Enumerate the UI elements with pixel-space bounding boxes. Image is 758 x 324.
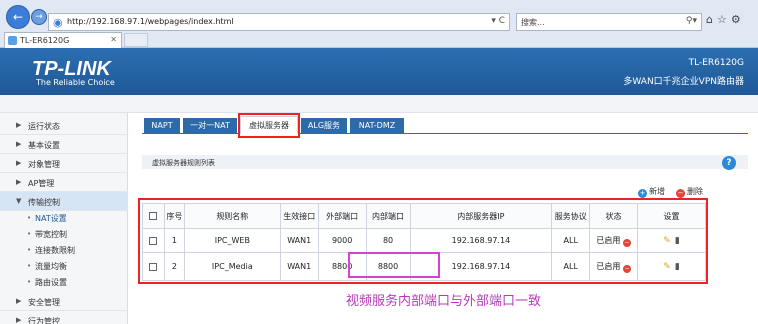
router-header xyxy=(0,48,758,95)
search-placeholder: 搜索... xyxy=(521,18,545,27)
tab-underline xyxy=(142,133,748,134)
sidebar-item-security[interactable]: ▶ 安全管理 xyxy=(0,292,128,311)
highlight-ports-box xyxy=(348,252,440,278)
url-text: http://192.168.97.1/webpages/index.html xyxy=(67,17,234,26)
gear-icon[interactable]: ⚙ xyxy=(731,13,745,26)
chevron-down-icon: ▼ xyxy=(16,197,22,205)
chevron-right-icon: ▶ xyxy=(16,140,22,148)
sidebar-item-ap[interactable]: ▶ AP管理 xyxy=(0,173,128,192)
tab-alg[interactable]: ALG服务 xyxy=(301,118,347,133)
sidebar-item-basic[interactable]: ▶ 基本设置 xyxy=(0,135,128,154)
refresh-icon[interactable]: ▾ C xyxy=(491,16,505,26)
minus-icon: − xyxy=(676,189,685,198)
panel-title-bar: 虚拟服务器规则列表 xyxy=(142,155,748,169)
annotation-note: 视频服务内部端口与外部端口一致 xyxy=(346,294,542,309)
sidebar-item-behavior[interactable]: ▶ 行为管控 xyxy=(0,311,128,324)
sidebar-sub-bandwidth[interactable]: • 带宽控制 xyxy=(0,226,128,241)
add-button[interactable]: + 新增 xyxy=(638,186,665,198)
chevron-right-icon: ▶ xyxy=(16,297,22,305)
sidebar-item-status[interactable]: ▶ 运行状态 xyxy=(0,116,128,135)
page-icon: ◉ xyxy=(53,16,63,29)
panel-title: 虚拟服务器规则列表 xyxy=(152,159,215,167)
forward-icon[interactable]: → xyxy=(31,9,47,25)
tab-title: TL-ER6120G xyxy=(20,36,70,45)
sidebar-item-transport[interactable]: ▼ 传输控制 xyxy=(0,192,128,211)
favicon-icon xyxy=(8,36,17,45)
new-tab-button[interactable] xyxy=(124,33,148,47)
back-icon[interactable]: ← xyxy=(6,5,30,29)
chevron-right-icon: ▶ xyxy=(16,316,22,324)
home-icon[interactable]: ⌂ xyxy=(706,13,717,26)
tab-napt[interactable]: NAPT xyxy=(144,118,180,133)
address-bar[interactable]: ◉ http://192.168.97.1/webpages/index.htm… xyxy=(48,13,510,31)
model-description: 多WAN口千兆企业VPN路由器 xyxy=(623,77,744,87)
delete-button[interactable]: − 删除 xyxy=(676,186,703,198)
search-icon[interactable]: ⚲▾ xyxy=(686,16,697,26)
star-icon[interactable]: ☆ xyxy=(717,13,731,26)
chevron-right-icon: ▶ xyxy=(16,178,22,186)
tab-one-to-one-nat[interactable]: 一对一NAT xyxy=(183,118,237,133)
sidebar-sub-balance[interactable]: • 流量均衡 xyxy=(0,258,128,273)
tagline: The Reliable Choice xyxy=(36,78,115,87)
search-input[interactable]: 搜索... ⚲▾ xyxy=(516,13,702,31)
chevron-right-icon: ▶ xyxy=(16,121,22,129)
sidebar-sub-connlimit[interactable]: • 连接数限制 xyxy=(0,242,128,257)
model-name: TL-ER6120G xyxy=(688,58,744,68)
tab-nat-dmz[interactable]: NAT-DMZ xyxy=(350,118,404,133)
browser-tab[interactable]: TL-ER6120G ✕ xyxy=(4,32,122,48)
close-icon[interactable]: ✕ xyxy=(110,35,117,44)
browser-chrome: ← → ◉ http://192.168.97.1/webpages/index… xyxy=(0,0,758,48)
sidebar-sub-routing[interactable]: • 路由设置 xyxy=(0,274,128,289)
sidebar-sub-nat[interactable]: • NAT设置 xyxy=(0,210,128,225)
toolbar-icons: ⌂☆⚙ xyxy=(706,13,745,26)
chevron-right-icon: ▶ xyxy=(16,159,22,167)
help-icon[interactable]: ? xyxy=(722,156,736,170)
sidebar-item-objects[interactable]: ▶ 对象管理 xyxy=(0,154,128,173)
sub-bar xyxy=(0,95,758,113)
highlight-tab-box xyxy=(238,113,300,138)
plus-icon: + xyxy=(638,189,647,198)
